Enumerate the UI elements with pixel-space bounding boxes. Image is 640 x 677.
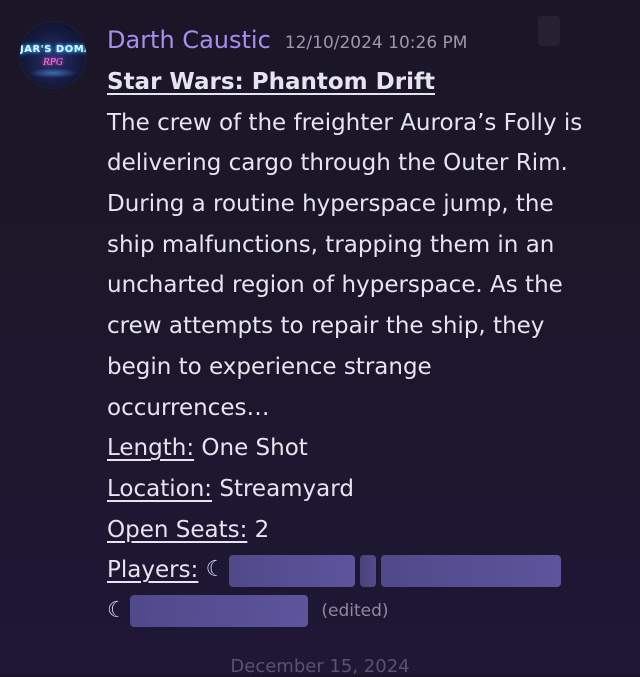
players-label: Players: <box>107 557 199 584</box>
user-avatar[interactable]: JAR'S DOMAIN RPG <box>20 22 86 88</box>
avatar-logo-subtext: RPG <box>42 58 64 68</box>
description-line: begin to experience strange <box>107 353 432 380</box>
mention-icon: ☾ <box>107 598 127 624</box>
players-field-continued: ☾ (edited) <box>107 591 632 632</box>
players-field: Players: ☾ <box>107 550 632 591</box>
message-header: Darth Caustic 12/10/2024 10:26 PM <box>107 26 467 58</box>
location-field: Location: Streamyard <box>107 469 632 510</box>
message-options-icon[interactable] <box>538 16 560 46</box>
message-timestamp[interactable]: 12/10/2024 10:26 PM <box>285 33 468 53</box>
length-value: One Shot <box>201 435 308 462</box>
edited-label: (edited) <box>321 601 389 622</box>
description-line: crew attempts to repair the ship, they <box>107 313 545 340</box>
description-line: ship malfunctions, trapping them in an <box>107 231 555 258</box>
player-mention[interactable] <box>130 595 309 628</box>
avatar-logo-text: JAR'S DOMAIN <box>20 44 86 55</box>
open-seats-field: Open Seats: 2 <box>107 510 632 551</box>
description-line: uncharted region of hyperspace. As the <box>107 272 563 299</box>
avatar-glow <box>28 68 78 78</box>
player-mention[interactable] <box>381 554 562 587</box>
message-body: Star Wars: Phantom Drift The crew of the… <box>107 62 632 632</box>
description-line: The crew of the freighter Aurora’s Folly… <box>107 109 583 136</box>
description-line: During a routine hyperspace jump, the <box>107 191 554 218</box>
player-mention-connector <box>359 554 376 587</box>
game-title: Star Wars: Phantom Drift <box>107 69 435 95</box>
location-label: Location: <box>107 475 213 502</box>
open-seats-value: 2 <box>254 516 270 543</box>
description-line: occurrences… <box>107 394 270 421</box>
open-seats-label: Open Seats: <box>107 516 248 543</box>
player-mention[interactable] <box>228 554 355 587</box>
length-field: Length: One Shot <box>107 428 632 469</box>
mention-icon: ☾ <box>205 557 226 583</box>
chat-message: JAR'S DOMAIN RPG Darth Caustic 12/10/202… <box>0 0 640 677</box>
length-label: Length: <box>107 435 195 462</box>
author-name[interactable]: Darth Caustic <box>107 26 271 54</box>
description-line: delivering cargo through the Outer Rim. <box>107 150 568 177</box>
location-value: Streamyard <box>219 475 354 502</box>
